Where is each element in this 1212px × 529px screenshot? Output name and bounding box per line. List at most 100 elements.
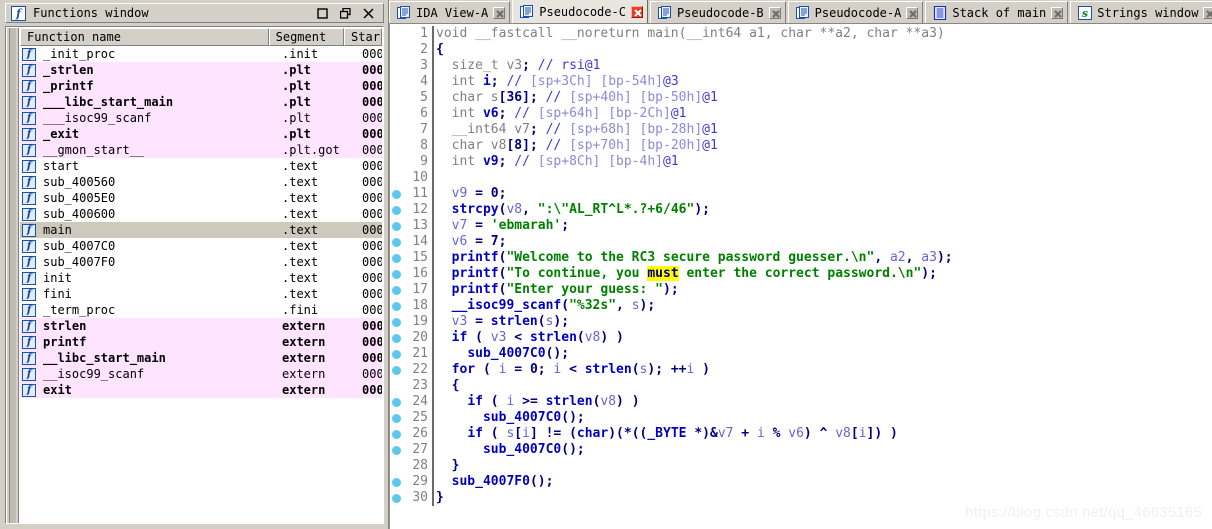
breakpoint-marker-icon[interactable] [390, 234, 404, 250]
tab-strip[interactable]: IDA View-A Pseudocode-C Pseudocode-B Pse… [389, 0, 1212, 24]
breakpoint-marker-icon[interactable] [390, 362, 404, 378]
breakpoint-marker-icon[interactable] [390, 218, 404, 234]
function-row[interactable]: f sub_4007C0 .text 0000 [20, 238, 382, 254]
breakpoint-slot[interactable] [390, 378, 404, 394]
functions-list-scrollbar[interactable] [7, 28, 19, 523]
code-line[interactable]: 22 for ( i = 0; i < strlen(s); ++i ) [390, 362, 1212, 378]
function-row[interactable]: fmain .text 0000 [20, 222, 382, 238]
code-line[interactable]: 7 __int64 v7; // [sp+68h] [bp-28h]@1 [390, 122, 1212, 138]
code-line[interactable]: 5 char s[36]; // [sp+40h] [bp-50h]@1 [390, 90, 1212, 106]
code-line[interactable]: 6 int v6; // [sp+64h] [bp-2Ch]@1 [390, 106, 1212, 122]
tab-close-icon[interactable] [1051, 6, 1064, 19]
code-line[interactable]: 18 __isoc99_scanf("%32s", s); [390, 298, 1212, 314]
breakpoint-marker-icon[interactable] [390, 442, 404, 458]
code-line[interactable]: 4 int i; // [sp+3Ch] [bp-54h]@3 [390, 74, 1212, 90]
breakpoint-slot[interactable] [390, 90, 404, 106]
code-line[interactable]: 23 { [390, 378, 1212, 394]
code-line[interactable]: 19 v3 = strlen(s); [390, 314, 1212, 330]
code-line[interactable]: 10 [390, 170, 1212, 186]
tab-close-icon[interactable] [1203, 6, 1212, 19]
breakpoint-marker-icon[interactable] [390, 474, 404, 490]
code-line[interactable]: 29 sub_4007F0(); [390, 474, 1212, 490]
breakpoint-slot[interactable] [390, 74, 404, 90]
function-row[interactable]: fstart .text 0000 [20, 158, 382, 174]
function-row[interactable]: f __gmon_start__ .plt.got 0000 [20, 142, 382, 158]
breakpoint-marker-icon[interactable] [390, 426, 404, 442]
breakpoint-marker-icon[interactable] [390, 266, 404, 282]
code-line[interactable]: 1 void __fastcall __noreturn main(__int64… [390, 26, 1212, 42]
tab-strings-window[interactable]: s Strings window [1070, 1, 1212, 23]
function-row[interactable]: fprintf extern 0000 [20, 334, 382, 350]
tab-close-icon[interactable] [906, 6, 919, 19]
breakpoint-marker-icon[interactable] [390, 186, 404, 202]
code-line[interactable]: 11 v9 = 0; [390, 186, 1212, 202]
function-row[interactable]: f _init_proc .init 0000 [20, 46, 382, 62]
code-line[interactable]: 21 sub_4007C0(); [390, 346, 1212, 362]
functions-table-body[interactable]: f _init_proc .init 0000 f _strlen .plt 0000 f _pr… [20, 46, 382, 522]
code-line[interactable]: 15 printf("Welcome to the RC3 secure pas… [390, 250, 1212, 266]
column-header-start[interactable]: Star [344, 28, 382, 46]
column-header-segment[interactable]: Segment [268, 28, 345, 46]
function-row[interactable]: f _exit .plt 0000 [20, 126, 382, 142]
function-row[interactable]: f __isoc99_scanf extern 0000 [20, 366, 382, 382]
column-header-function-name[interactable]: Function name [20, 28, 269, 46]
function-row[interactable]: f _printf .plt 0000 [20, 78, 382, 94]
breakpoint-marker-icon[interactable] [390, 490, 404, 506]
breakpoint-marker-icon[interactable] [390, 202, 404, 218]
function-row[interactable]: f ___isoc99_scanf .plt 0000 [20, 110, 382, 126]
code-line[interactable]: 16 printf("To continue, you must enter t… [390, 266, 1212, 282]
function-row[interactable]: f ___libc_start_main .plt 0000 [20, 94, 382, 110]
code-line[interactable]: 13 v7 = 'ebmarah'; [390, 218, 1212, 234]
breakpoint-slot[interactable] [390, 122, 404, 138]
code-line[interactable]: 17 printf("Enter your guess: "); [390, 282, 1212, 298]
breakpoint-slot[interactable] [390, 138, 404, 154]
breakpoint-marker-icon[interactable] [390, 330, 404, 346]
code-line[interactable]: 3 size_t v3; // rsi@1 [390, 58, 1212, 74]
breakpoint-slot[interactable] [390, 58, 404, 74]
code-line[interactable]: 9 int v9; // [sp+8Ch] [bp-4h]@1 [390, 154, 1212, 170]
function-row[interactable]: f _term_proc .fini 0000 [20, 302, 382, 318]
tab-pseudocode-a[interactable]: Pseudocode-A [787, 1, 924, 23]
breakpoint-marker-icon[interactable] [390, 410, 404, 426]
breakpoint-marker-icon[interactable] [390, 314, 404, 330]
code-line[interactable]: 25 sub_4007C0(); [390, 410, 1212, 426]
function-row[interactable]: f sub_400600 .text 0000 [20, 206, 382, 222]
function-row[interactable]: fexit extern 0000 [20, 382, 382, 398]
code-line[interactable]: 8 char v8[8]; // [sp+70h] [bp-20h]@1 [390, 138, 1212, 154]
function-row[interactable]: f sub_4007F0 .text 0000 [20, 254, 382, 270]
close-button[interactable] [363, 7, 374, 19]
tab-ida-view-a[interactable]: IDA View-A [389, 1, 511, 23]
maximize-button[interactable] [317, 7, 328, 19]
functions-window-titlebar[interactable]: f Functions window [5, 3, 384, 23]
function-row[interactable]: f __libc_start_main extern 0000 [20, 350, 382, 366]
code-line[interactable]: 24 if ( i >= strlen(v8) ) [390, 394, 1212, 410]
code-line[interactable]: 20 if ( v3 < strlen(v8) ) [390, 330, 1212, 346]
function-row[interactable]: f sub_4005E0 .text 0000 [20, 190, 382, 206]
breakpoint-slot[interactable] [390, 42, 404, 58]
breakpoint-slot[interactable] [390, 26, 404, 42]
function-row[interactable]: finit .text 0000 [20, 270, 382, 286]
breakpoint-marker-icon[interactable] [390, 250, 404, 266]
pseudocode-view[interactable]: 1 void __fastcall __noreturn main(__int64… [389, 24, 1212, 529]
tab-close-icon[interactable] [493, 6, 506, 19]
restore-button[interactable] [340, 7, 351, 19]
breakpoint-marker-icon[interactable] [390, 346, 404, 362]
tab-pseudocode-b[interactable]: Pseudocode-B [649, 1, 786, 23]
code-line[interactable]: 12 strcpy(v8, ":\"AL_RT^L*.?+6/46"); [390, 202, 1212, 218]
scrollbar-thumb[interactable] [9, 28, 16, 523]
function-row[interactable]: ffini .text 0000 [20, 286, 382, 302]
breakpoint-slot[interactable] [390, 106, 404, 122]
function-row[interactable]: f _strlen .plt 0000 [20, 62, 382, 78]
breakpoint-marker-icon[interactable] [390, 394, 404, 410]
tab-close-icon[interactable] [768, 6, 781, 19]
breakpoint-marker-icon[interactable] [390, 298, 404, 314]
code-line[interactable]: 27 sub_4007C0(); [390, 442, 1212, 458]
code-line[interactable]: 28 } [390, 458, 1212, 474]
function-row[interactable]: f sub_400560 .text 0000 [20, 174, 382, 190]
breakpoint-marker-icon[interactable] [390, 282, 404, 298]
code-line[interactable]: 2{ [390, 42, 1212, 58]
function-row[interactable]: fstrlen extern 0000 [20, 318, 382, 334]
code-line[interactable]: 26 if ( s[i] != (char)(*((_BYTE *)&v7 + … [390, 426, 1212, 442]
breakpoint-slot[interactable] [390, 154, 404, 170]
tab-close-icon[interactable] [630, 5, 643, 18]
